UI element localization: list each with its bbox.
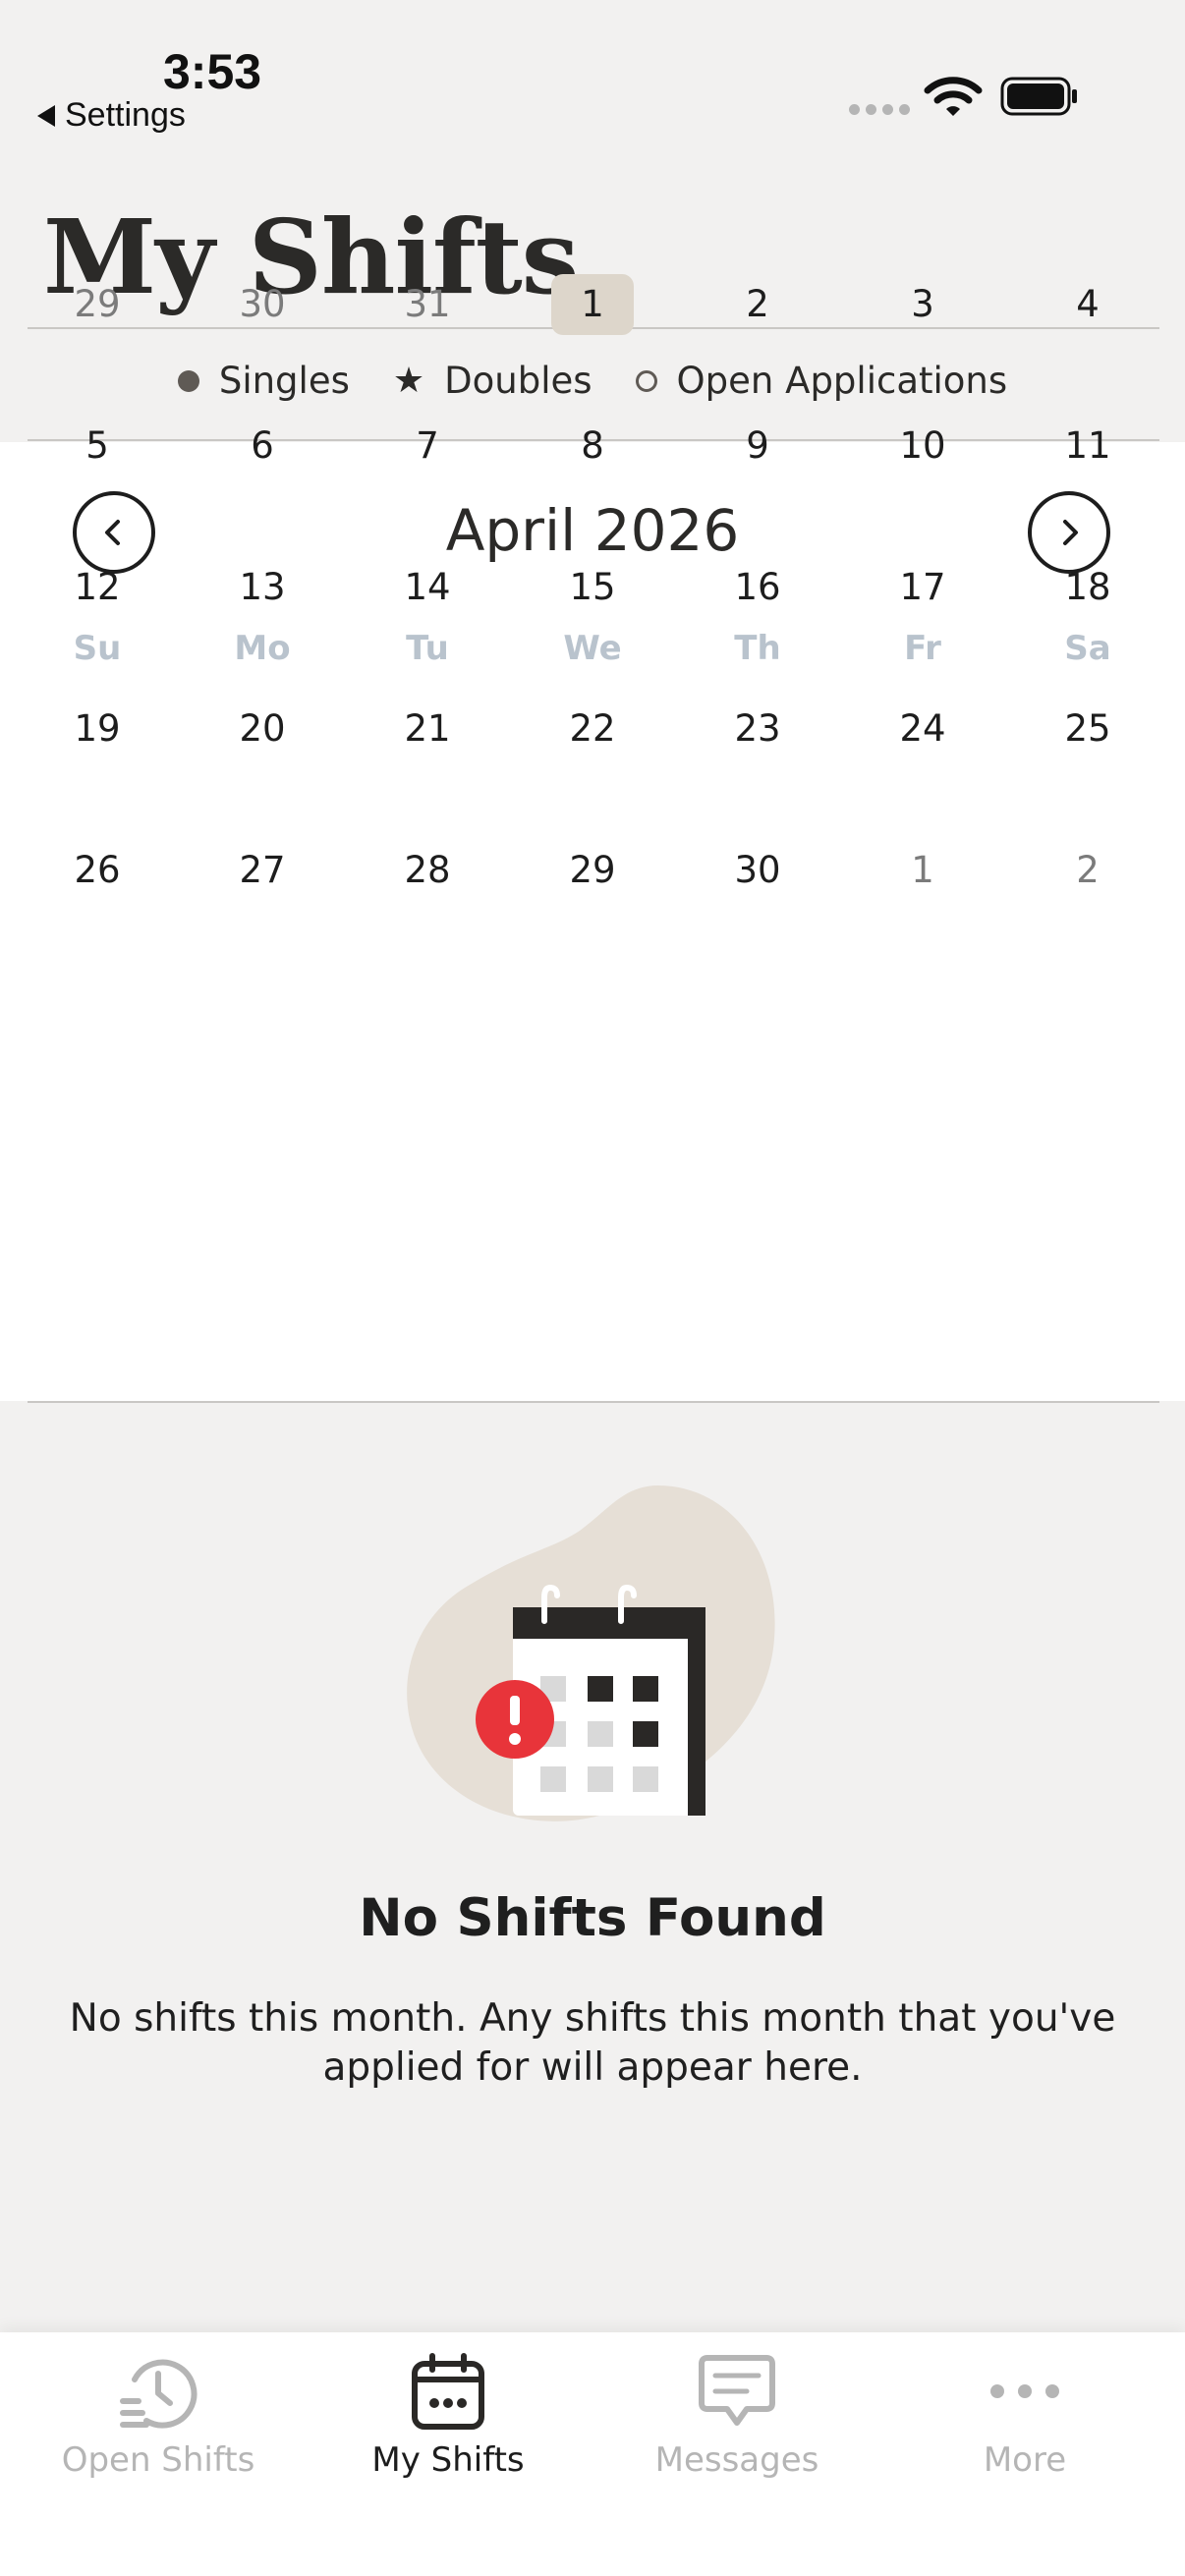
calendar-day[interactable]: 23 bbox=[716, 699, 799, 759]
calendar-alert-illustration bbox=[407, 1485, 775, 1821]
calendar-day[interactable]: 28 bbox=[386, 840, 469, 901]
weekday-label: We bbox=[563, 629, 622, 668]
message-icon bbox=[699, 2355, 775, 2426]
calendar-day[interactable]: 1 bbox=[881, 840, 964, 901]
calendar-day[interactable]: 31 bbox=[386, 274, 469, 335]
legend-label: Doubles bbox=[444, 360, 592, 402]
back-to-settings-link[interactable]: Settings bbox=[37, 96, 186, 135]
calendar: April 2026 Su Mo Tu We Th Fr Sa 29 30 31 1 2 3 4 5 6 7 8… bbox=[0, 274, 1185, 1401]
calendar-day[interactable]: 29 bbox=[551, 840, 634, 901]
calendar-day[interactable]: 26 bbox=[56, 840, 139, 901]
tab-label: My Shifts bbox=[371, 2440, 525, 2480]
tab-label: Messages bbox=[654, 2440, 819, 2480]
month-label: April 2026 bbox=[445, 497, 740, 564]
legend-label: Singles bbox=[218, 360, 350, 402]
cellular-signal-icon bbox=[849, 104, 910, 115]
empty-state-title: No Shifts Found bbox=[359, 1888, 826, 1948]
calendar-day[interactable]: 19 bbox=[56, 699, 139, 759]
calendar-day[interactable]: 14 bbox=[386, 557, 469, 618]
back-triangle-icon bbox=[37, 104, 55, 127]
weekday-label: Mo bbox=[234, 629, 291, 668]
legend-singles: Singles bbox=[177, 360, 350, 402]
tab-bar: Open Shifts My Shifts Messages More bbox=[0, 2332, 1185, 2576]
calendar-day[interactable]: 12 bbox=[56, 557, 139, 618]
legend-open-applications: Open Applications bbox=[635, 360, 1008, 402]
calendar-day[interactable]: 2 bbox=[716, 274, 799, 335]
calendar-icon bbox=[412, 2353, 484, 2430]
weekday-label: Sa bbox=[1064, 629, 1111, 668]
legend-doubles: ★ Doubles bbox=[393, 360, 592, 402]
calendar-day[interactable]: 4 bbox=[1046, 274, 1129, 335]
calendar-day[interactable]: 29 bbox=[56, 274, 139, 335]
chevron-right-icon bbox=[1063, 520, 1078, 545]
calendar-day[interactable]: 17 bbox=[881, 557, 964, 618]
clock-history-icon bbox=[120, 2359, 198, 2429]
calendar-day[interactable]: 7 bbox=[386, 416, 469, 476]
calendar-day[interactable]: 3 bbox=[881, 274, 964, 335]
calendar-day[interactable]: 27 bbox=[221, 840, 304, 901]
calendar-day[interactable]: 24 bbox=[881, 699, 964, 759]
tab-messages[interactable]: Messages bbox=[590, 2350, 884, 2507]
tab-label: Open Shifts bbox=[61, 2440, 255, 2480]
calendar-day[interactable]: 6 bbox=[221, 416, 304, 476]
back-app-label: Settings bbox=[65, 96, 186, 134]
calendar-day[interactable]: 15 bbox=[551, 557, 634, 618]
calendar-day[interactable]: 10 bbox=[881, 416, 964, 476]
empty-state-message: No shifts this month. Any shifts this mo… bbox=[69, 1996, 1116, 2090]
calendar-day[interactable]: 20 bbox=[221, 699, 304, 759]
more-dots-icon bbox=[990, 2384, 1059, 2398]
tab-label: More bbox=[983, 2440, 1067, 2480]
weekday-label: Su bbox=[73, 629, 122, 668]
shift-legend: Singles ★ Doubles Open Applications bbox=[0, 360, 1185, 402]
calendar-day[interactable]: 2 bbox=[1046, 840, 1129, 901]
filled-circle-icon bbox=[177, 369, 199, 392]
calendar-day[interactable]: 25 bbox=[1046, 699, 1129, 759]
calendar-day[interactable]: 9 bbox=[716, 416, 799, 476]
calendar-day[interactable]: 22 bbox=[551, 699, 634, 759]
calendar-day[interactable]: 8 bbox=[551, 416, 634, 476]
star-icon: ★ bbox=[392, 361, 425, 401]
calendar-day-selected[interactable]: 1 bbox=[551, 274, 634, 335]
calendar-day[interactable]: 30 bbox=[716, 840, 799, 901]
calendar-day[interactable]: 18 bbox=[1046, 557, 1129, 618]
calendar-day[interactable]: 13 bbox=[221, 557, 304, 618]
weekday-label: Th bbox=[734, 629, 781, 668]
legend-label: Open Applications bbox=[676, 360, 1008, 402]
wifi-icon bbox=[924, 77, 983, 116]
tab-my-shifts[interactable]: My Shifts bbox=[301, 2350, 595, 2507]
calendar-divider bbox=[28, 1401, 1159, 1403]
tab-more[interactable]: More bbox=[877, 2350, 1172, 2507]
status-bar: 3:53 Settings bbox=[0, 0, 1185, 147]
calendar-day[interactable]: 5 bbox=[56, 416, 139, 476]
calendar-day[interactable]: 21 bbox=[386, 699, 469, 759]
calendar-day[interactable]: 11 bbox=[1046, 416, 1129, 476]
tab-open-shifts[interactable]: Open Shifts bbox=[11, 2350, 306, 2507]
weekday-label: Fr bbox=[904, 629, 941, 668]
battery-icon bbox=[1000, 77, 1077, 116]
calendar-day[interactable]: 16 bbox=[716, 557, 799, 618]
calendar-day[interactable]: 30 bbox=[221, 274, 304, 335]
open-circle-icon bbox=[635, 369, 657, 392]
weekday-label: Tu bbox=[406, 629, 449, 668]
status-time: 3:53 bbox=[163, 44, 262, 99]
